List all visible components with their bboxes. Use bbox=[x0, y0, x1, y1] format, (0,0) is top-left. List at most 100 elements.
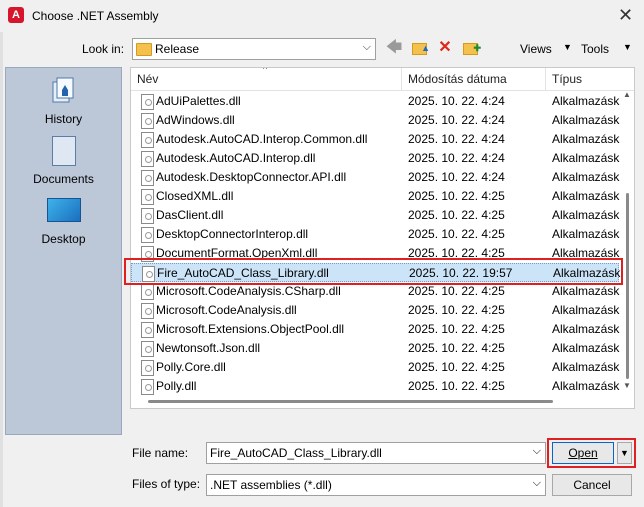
file-date-cell: 2025. 10. 22. 4:25 bbox=[408, 360, 505, 374]
table-row[interactable]: DasClient.dll 2025. 10. 22. 4:25 Alkalmazá… bbox=[131, 206, 619, 225]
dll-file-icon bbox=[141, 379, 154, 395]
vertical-scrollbar[interactable]: ▲ ▼ bbox=[621, 90, 633, 391]
dll-file-icon bbox=[141, 284, 154, 300]
table-row[interactable]: DocumentFormat.OpenXml.dll 2025. 10. 22. … bbox=[131, 244, 619, 263]
look-in-value: Release bbox=[155, 42, 200, 56]
column-type-header[interactable]: Típus bbox=[552, 72, 582, 86]
scroll-down-icon[interactable]: ▼ bbox=[623, 381, 631, 390]
places-desktop-label: Desktop bbox=[41, 232, 86, 246]
places-documents-label: Documents bbox=[33, 172, 94, 186]
files-of-type-select[interactable]: .NET assemblies (*.dll) ⌵ bbox=[206, 474, 546, 496]
table-row-selected[interactable]: Fire_AutoCAD_Class_Library.dll 2025. 10. … bbox=[131, 263, 620, 282]
delete-icon[interactable]: ✕ bbox=[434, 38, 456, 58]
dll-file-icon bbox=[141, 227, 154, 243]
tools-button[interactable]: Tools bbox=[581, 42, 609, 56]
file-type-cell: Alkalmazásk bbox=[552, 151, 620, 165]
scroll-up-icon[interactable]: ▲ bbox=[623, 90, 631, 99]
dll-file-icon bbox=[141, 94, 154, 110]
file-type-cell: Alkalmazásk bbox=[552, 303, 620, 317]
file-list[interactable]: ^ Név Módosítás dátuma Típus AdUiPalette… bbox=[130, 67, 635, 409]
column-divider[interactable] bbox=[401, 68, 402, 90]
file-type-cell: Alkalmazásk bbox=[552, 189, 620, 203]
table-row[interactable]: Polly.dll 2025. 10. 22. 4:25 Alkalmazásk bbox=[131, 377, 619, 396]
up-folder-icon[interactable]: ▲ bbox=[408, 38, 430, 58]
file-type-cell: Alkalmazásk bbox=[552, 132, 620, 146]
column-date-header[interactable]: Módosítás dátuma bbox=[408, 72, 507, 86]
look-in-combobox[interactable]: Release ⌵ bbox=[132, 38, 376, 60]
chevron-down-icon[interactable]: ⌵ bbox=[363, 41, 371, 54]
chevron-down-icon[interactable]: ⌵ bbox=[533, 445, 541, 458]
dll-file-icon bbox=[141, 151, 154, 167]
views-dropdown-icon[interactable]: ▼ bbox=[563, 42, 572, 52]
dll-file-icon bbox=[141, 360, 154, 376]
table-row[interactable]: Newtonsoft.Json.dll 2025. 10. 22. 4:25 Alk… bbox=[131, 339, 619, 358]
table-row[interactable]: Microsoft.CodeAnalysis.CSharp.dll 2025. 1… bbox=[131, 282, 619, 301]
table-row[interactable]: AdUiPalettes.dll 2025. 10. 22. 4:24 Alkalm… bbox=[131, 92, 619, 111]
file-date-cell: 2025. 10. 22. 4:25 bbox=[408, 322, 505, 336]
table-row[interactable]: DesktopConnectorInterop.dll 2025. 10. 22.… bbox=[131, 225, 619, 244]
files-of-type-label: Files of type: bbox=[132, 477, 201, 491]
table-row[interactable]: AdWindows.dll 2025. 10. 22. 4:24 Alkalmazá… bbox=[131, 111, 619, 130]
horizontal-scroll-thumb[interactable] bbox=[148, 400, 553, 403]
look-in-label: Look in: bbox=[82, 42, 125, 56]
chevron-down-icon[interactable]: ⌵ bbox=[533, 477, 541, 490]
table-row[interactable]: ClosedXML.dll 2025. 10. 22. 4:25 Alkalmazá… bbox=[131, 187, 619, 206]
column-divider[interactable] bbox=[545, 68, 546, 90]
cancel-button[interactable]: Cancel bbox=[552, 474, 632, 496]
file-date-cell: 2025. 10. 22. 4:25 bbox=[408, 246, 505, 260]
column-name-header[interactable]: Név bbox=[137, 72, 158, 86]
dll-file-icon bbox=[141, 189, 154, 205]
file-rows: AdUiPalettes.dll 2025. 10. 22. 4:24 Alkalm… bbox=[131, 92, 634, 395]
file-date-cell: 2025. 10. 22. 4:24 bbox=[408, 151, 505, 165]
dll-file-icon bbox=[141, 341, 154, 357]
file-name-cell: DocumentFormat.OpenXml.dll bbox=[156, 246, 318, 260]
file-type-cell: Alkalmazásk bbox=[552, 208, 620, 222]
file-name-cell: Autodesk.DesktopConnector.API.dll bbox=[156, 170, 347, 184]
file-name-input[interactable]: Fire_AutoCAD_Class_Library.dll ⌵ bbox=[206, 442, 546, 464]
file-name-cell: AdWindows.dll bbox=[156, 113, 235, 127]
file-type-cell: Alkalmazásk bbox=[552, 113, 620, 127]
file-type-cell: Alkalmazásk bbox=[552, 227, 620, 241]
tools-dropdown-icon[interactable]: ▼ bbox=[623, 42, 632, 52]
table-row[interactable]: Autodesk.AutoCAD.Interop.dll 2025. 10. 22… bbox=[131, 149, 619, 168]
file-date-cell: 2025. 10. 22. 4:25 bbox=[408, 341, 505, 355]
table-row[interactable]: Autodesk.DesktopConnector.API.dll 2025. 1… bbox=[131, 168, 619, 187]
dll-file-icon bbox=[141, 322, 154, 338]
new-folder-icon[interactable]: ✚ bbox=[459, 38, 481, 58]
file-date-cell: 2025. 10. 22. 4:24 bbox=[408, 113, 505, 127]
files-of-type-value: .NET assemblies (*.dll) bbox=[210, 478, 332, 492]
close-icon[interactable]: ✕ bbox=[618, 5, 633, 26]
dll-file-icon bbox=[141, 113, 154, 129]
file-type-cell: Alkalmazásk bbox=[552, 284, 620, 298]
open-button-label: Open bbox=[568, 446, 598, 460]
file-date-cell: 2025. 10. 22. 19:57 bbox=[409, 266, 513, 280]
places-history-label: History bbox=[44, 112, 83, 126]
file-date-cell: 2025. 10. 22. 4:25 bbox=[408, 284, 505, 298]
places-history[interactable]: History bbox=[6, 68, 121, 128]
file-date-cell: 2025. 10. 22. 4:25 bbox=[408, 208, 505, 222]
horizontal-scrollbar[interactable] bbox=[130, 395, 620, 407]
table-row[interactable]: Autodesk.AutoCAD.Interop.Common.dll 2025.… bbox=[131, 130, 619, 149]
open-button[interactable]: Open bbox=[552, 442, 614, 464]
file-date-cell: 2025. 10. 22. 4:24 bbox=[408, 94, 505, 108]
file-name-cell: Autodesk.AutoCAD.Interop.Common.dll bbox=[156, 132, 368, 146]
table-row[interactable]: Polly.Core.dll 2025. 10. 22. 4:25 Alkalmaz… bbox=[131, 358, 619, 377]
dll-file-icon bbox=[141, 132, 154, 148]
views-button[interactable]: Views bbox=[520, 42, 552, 56]
file-name-cell: Microsoft.CodeAnalysis.dll bbox=[156, 303, 297, 317]
places-desktop[interactable]: Desktop bbox=[6, 188, 121, 248]
places-documents[interactable]: Documents bbox=[6, 128, 121, 188]
scroll-thumb[interactable] bbox=[626, 193, 629, 379]
table-row[interactable]: Microsoft.CodeAnalysis.dll 2025. 10. 22. … bbox=[131, 301, 619, 320]
file-name-cell: ClosedXML.dll bbox=[156, 189, 234, 203]
file-date-cell: 2025. 10. 22. 4:25 bbox=[408, 379, 505, 393]
file-type-cell: Alkalmazásk bbox=[552, 360, 620, 374]
file-name-cell: Polly.dll bbox=[156, 379, 197, 393]
open-dropdown-icon[interactable]: ▼ bbox=[617, 442, 632, 464]
file-date-cell: 2025. 10. 22. 4:25 bbox=[408, 189, 505, 203]
back-icon[interactable]: 🡄 bbox=[383, 38, 405, 58]
dll-file-icon bbox=[141, 246, 154, 262]
table-row[interactable]: Microsoft.Extensions.ObjectPool.dll 2025.… bbox=[131, 320, 619, 339]
file-type-cell: Alkalmazásk bbox=[552, 246, 620, 260]
folder-icon bbox=[136, 43, 152, 56]
